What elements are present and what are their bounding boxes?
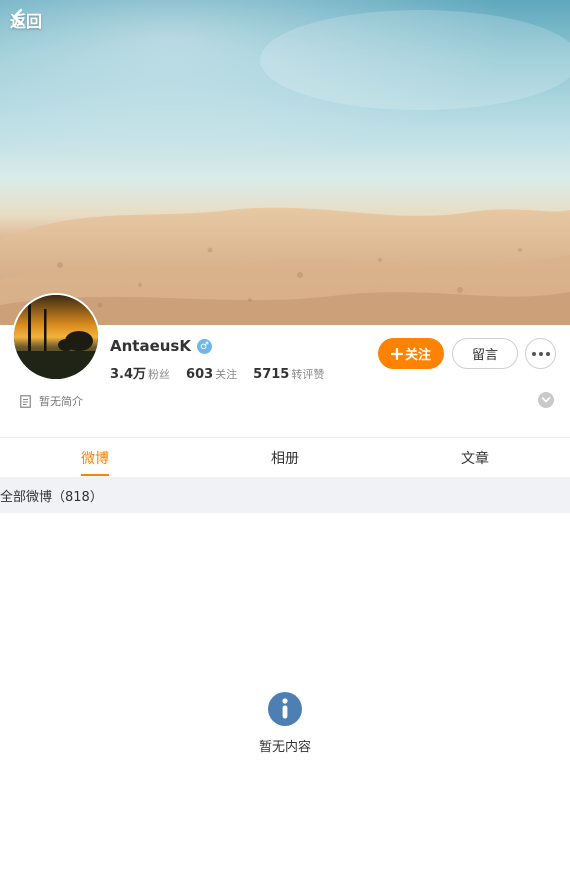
beach-sand-illustration — [0, 0, 570, 325]
empty-text: 暂无内容 — [258, 740, 311, 755]
tab-album[interactable]: 相册 — [190, 438, 380, 477]
stat-interactions[interactable]: 5715 转评赞 — [253, 366, 324, 382]
chevron-down-icon — [541, 397, 551, 403]
male-icon: ♂ — [196, 338, 212, 354]
document-icon — [20, 394, 31, 408]
more-options-button[interactable] — [525, 338, 556, 369]
avatar-image — [14, 295, 98, 379]
stat-label: 粉丝 — [148, 368, 171, 381]
stat-value: 5715 — [253, 367, 290, 382]
intro-text: 暂无简介 — [39, 395, 83, 408]
chevron-left-icon — [12, 8, 23, 26]
follow-button[interactable]: 关注 — [378, 338, 444, 369]
stat-followers[interactable]: 3.4万 粉丝 — [110, 363, 170, 382]
message-button[interactable]: 留言 — [452, 338, 518, 369]
stat-label: 转评赞 — [291, 368, 325, 381]
plus-icon — [390, 347, 403, 360]
profile-tabs: 微博 相册 文章 — [0, 438, 570, 477]
more-dot-icon — [531, 351, 536, 356]
all-posts-filter[interactable]: 全部微博（818） — [0, 477, 570, 513]
message-label: 留言 — [471, 348, 498, 363]
avatar[interactable] — [12, 293, 100, 381]
expand-intro-button[interactable] — [538, 392, 554, 408]
tab-articles[interactable]: 文章 — [380, 438, 570, 477]
tab-weibo[interactable]: 微博 — [0, 438, 190, 477]
more-dot-icon — [545, 351, 550, 356]
cover-image: 返回 — [0, 0, 570, 325]
more-dot-icon — [538, 351, 543, 356]
profile-stats: 3.4万 粉丝 603 关注 5715 转评赞 — [110, 363, 324, 382]
intro-row: 暂无简介 — [20, 393, 83, 409]
info-icon — [268, 692, 302, 726]
filter-label: 全部微博（818） — [0, 489, 103, 505]
stat-value: 3.4万 — [110, 367, 147, 382]
empty-state: 暂无内容 — [0, 692, 570, 755]
stat-following[interactable]: 603 关注 — [186, 366, 237, 382]
stat-value: 603 — [186, 367, 214, 382]
profile-name: AntaeusK — [110, 337, 191, 355]
stat-label: 关注 — [215, 368, 238, 381]
profile-name-row: AntaeusK ♂ — [110, 337, 212, 355]
follow-label: 关注 — [404, 348, 431, 363]
back-button[interactable]: 返回 — [10, 8, 42, 32]
